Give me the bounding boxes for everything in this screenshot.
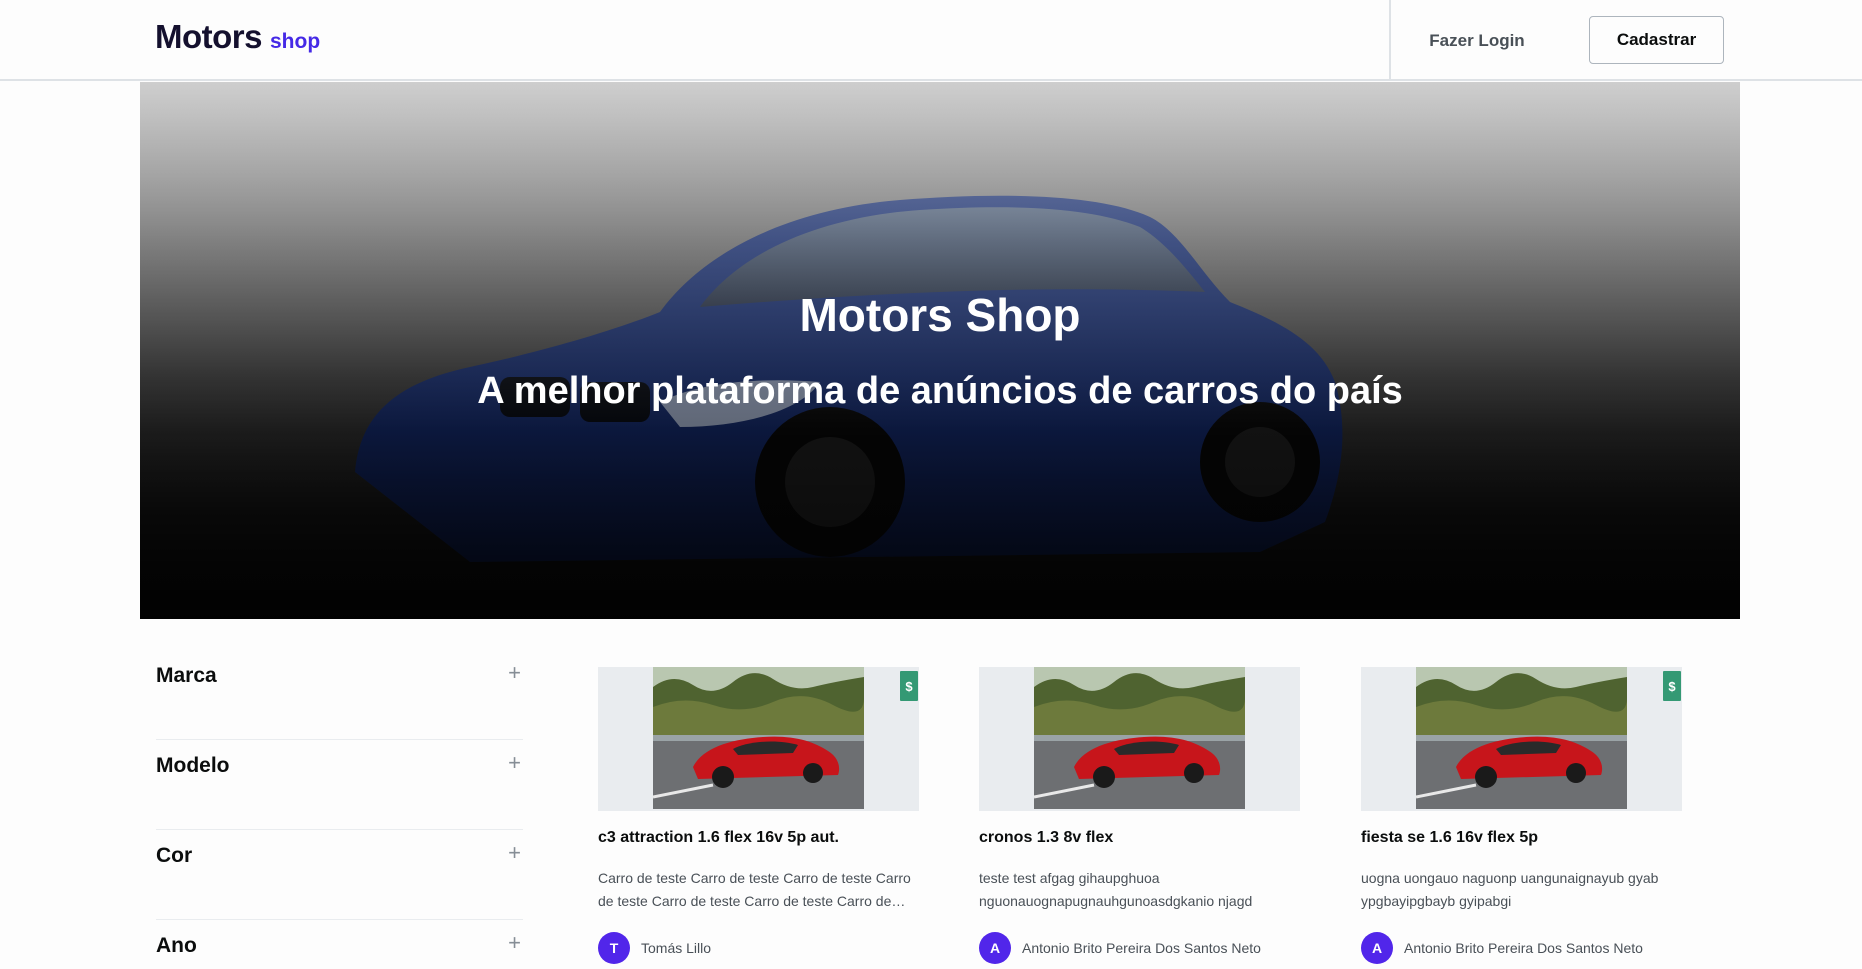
card-image[interactable]	[979, 667, 1300, 811]
plus-icon[interactable]: +	[508, 750, 521, 776]
filter-label: Modelo	[156, 754, 230, 777]
card-author: A Antonio Brito Pereira Dos Santos Neto	[979, 932, 1300, 964]
filter-sidebar: Marca + Modelo + Cor + Ano +	[156, 650, 523, 969]
header-divider	[1389, 0, 1391, 80]
card-title: cronos 1.3 8v flex	[979, 829, 1114, 846]
avatar: A	[979, 932, 1011, 964]
author-name: Tomás Lillo	[641, 940, 712, 956]
filter-label: Marca	[156, 664, 217, 687]
filter-marca[interactable]: Marca +	[156, 650, 523, 740]
filter-modelo[interactable]: Modelo +	[156, 740, 523, 830]
top-header: Motors shop Fazer Login Cadastrar	[0, 0, 1862, 81]
login-link[interactable]: Fazer Login	[1400, 26, 1554, 56]
logo[interactable]: Motors shop	[155, 18, 320, 56]
dollar-badge-icon: $	[1663, 671, 1681, 701]
hero-banner: Motors Shop A melhor plataforma de anúnc…	[140, 82, 1740, 619]
avatar: A	[1361, 932, 1393, 964]
plus-icon[interactable]: +	[508, 840, 521, 866]
logo-main-text: Motors	[155, 18, 263, 55]
card-title: fiesta se 1.6 16v flex 5p	[1361, 829, 1538, 846]
card-author: A Antonio Brito Pereira Dos Santos Neto	[1361, 932, 1682, 964]
author-name: Antonio Brito Pereira Dos Santos Neto	[1022, 940, 1261, 956]
card-description: uogna uongauo naguonp uangunaignayub gya…	[1361, 870, 1659, 909]
logo-sub-text: shop	[270, 30, 321, 53]
car-photo	[653, 667, 864, 809]
car-photo	[1034, 667, 1245, 809]
plus-icon[interactable]: +	[508, 660, 521, 686]
hero-title: Motors Shop	[799, 289, 1081, 341]
card-title: c3 attraction 1.6 flex 16v 5p aut.	[598, 829, 839, 846]
avatar: T	[598, 932, 630, 964]
dollar-badge-icon: $	[900, 671, 918, 701]
author-name: Antonio Brito Pereira Dos Santos Neto	[1404, 940, 1643, 956]
card-description: Carro de teste Carro de teste Carro de t…	[598, 870, 911, 909]
product-card[interactable]: $ c3 attraction 1.6 flex 16v 5p aut. Car…	[598, 667, 919, 964]
card-author: T Tomás Lillo	[598, 932, 919, 964]
card-image[interactable]: $	[598, 667, 919, 811]
hero-overlay	[140, 82, 1740, 619]
hero-subtitle: A melhor plataforma de anúncios de carro…	[477, 370, 1403, 412]
signup-button[interactable]: Cadastrar	[1589, 16, 1724, 64]
car-photo	[1416, 667, 1627, 809]
filter-label: Cor	[156, 844, 193, 867]
filter-cor[interactable]: Cor +	[156, 830, 523, 920]
filter-ano[interactable]: Ano +	[156, 920, 523, 969]
filter-label: Ano	[156, 934, 197, 957]
card-image[interactable]: $	[1361, 667, 1682, 811]
plus-icon[interactable]: +	[508, 930, 521, 956]
product-card[interactable]: $ fiesta se 1.6 16v flex 5p uogna uongau…	[1361, 667, 1682, 964]
card-description: teste test afgag gihaupghuoa nguonauogna…	[979, 870, 1253, 909]
product-card[interactable]: cronos 1.3 8v flex teste test afgag giha…	[979, 667, 1300, 964]
